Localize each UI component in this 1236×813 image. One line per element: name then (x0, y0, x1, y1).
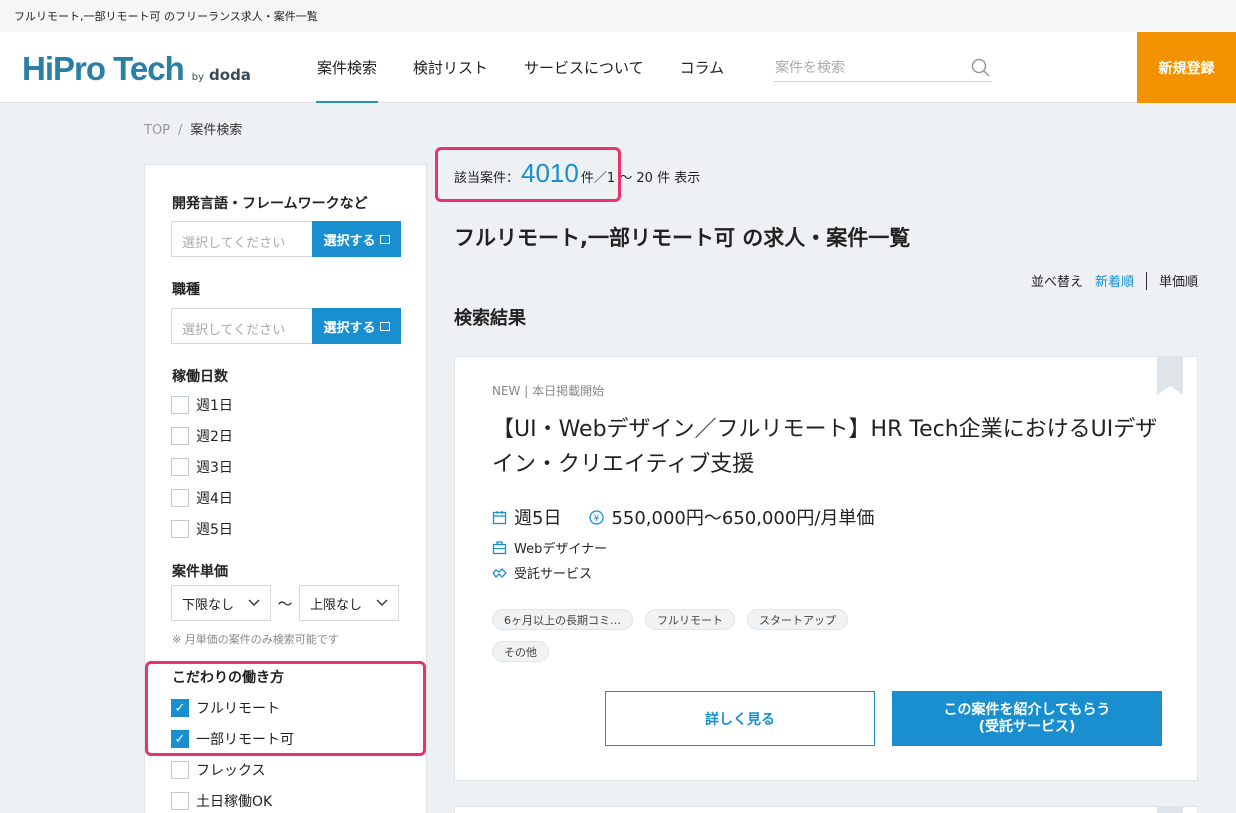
request-introduction-label: この案件を紹介してもらう (943, 701, 1111, 718)
job-tag: 6ヶ月以上の長期コミ… (492, 609, 633, 630)
language-select-button[interactable]: 選択する (312, 221, 401, 257)
filter-title-price: 案件単価 (172, 564, 228, 580)
request-introduction-button[interactable]: この案件を紹介してもらう (受託サービス) (892, 691, 1162, 746)
job-conditions: 週5日 ¥ 550,000円〜650,000円/月単価 (492, 504, 874, 530)
days-option-2[interactable]: 週2日 (171, 426, 233, 446)
svg-text:¥: ¥ (594, 514, 600, 524)
job-select-field[interactable]: 選択してください (171, 308, 312, 344)
chevron-down-icon (376, 599, 388, 606)
job-tag: その他 (492, 641, 549, 662)
site-header: HiPro Tech by doda 案件検索 検討リスト サービスについて コ… (0, 32, 1236, 103)
days-option-5[interactable]: 週5日 (171, 519, 233, 539)
results-heading: 検索結果 (454, 308, 526, 329)
handshake-icon (492, 568, 507, 578)
calendar-icon (492, 510, 507, 524)
price-note: ※ 月単価の案件のみ検索可能です (172, 633, 339, 646)
days-option-label: 週2日 (196, 429, 233, 445)
filter-title-job: 職種 (172, 282, 200, 298)
job-service: 受託サービス (514, 567, 593, 582)
checkbox[interactable] (171, 427, 189, 445)
price-range: 下限なし 〜 上限なし (171, 585, 399, 621)
sort-control: 並べ替え 新着順 単価順 (1031, 271, 1198, 290)
briefcase-icon (492, 541, 507, 555)
checkbox[interactable] (171, 458, 189, 476)
highlight-result-count (435, 147, 621, 202)
days-option-label: 週1日 (196, 398, 233, 414)
price-max-select[interactable]: 上限なし (299, 585, 399, 621)
sort-label: 並べ替え (1030, 275, 1083, 290)
page-heading: フルリモート,一部リモート可 のフリーランス求人・案件一覧 (0, 0, 1236, 32)
nav-item-column[interactable]: コラム (671, 32, 734, 103)
logo-main: HiPro Tech (22, 50, 185, 87)
work-style-label: フレックス (196, 763, 266, 779)
language-select-button-label: 選択する (323, 233, 376, 249)
job-card: NEW | 本日掲載開始 【UI・Webデザイン／フルリモート】HR Tech企… (454, 356, 1198, 781)
job-meta: NEW | 本日掲載開始 (492, 384, 605, 398)
breadcrumb: TOP / 案件検索 (144, 119, 242, 138)
request-introduction-sublabel: (受託サービス) (978, 718, 1076, 735)
job-days: 週5日 (514, 508, 562, 529)
yen-icon: ¥ (589, 509, 605, 525)
open-window-icon (379, 321, 390, 331)
sort-newest[interactable]: 新着順 (1095, 271, 1134, 290)
nav-item-about[interactable]: サービスについて (515, 32, 653, 103)
site-logo[interactable]: HiPro Tech by doda (22, 50, 251, 87)
job-card-next (454, 806, 1198, 813)
work-style-weekend[interactable]: 土日稼働OK (171, 791, 272, 811)
page-title: フルリモート,一部リモート可 の求人・案件一覧 (454, 226, 911, 250)
filter-title-days: 稼働日数 (172, 369, 228, 385)
price-min-select[interactable]: 下限なし (171, 585, 271, 621)
job-tag: フルリモート (645, 609, 735, 630)
breadcrumb-current: 案件検索 (190, 123, 243, 138)
days-option-4[interactable]: 週4日 (171, 488, 233, 508)
filter-title-language: 開発言語・フレームワークなど (172, 196, 368, 212)
breadcrumb-home[interactable]: TOP (144, 123, 170, 138)
job-role: Webデザイナー (514, 542, 608, 557)
days-option-label: 週3日 (196, 460, 233, 476)
search-icon[interactable] (970, 57, 992, 79)
price-min-value: 下限なし (182, 597, 235, 613)
logo-brand: doda (209, 66, 251, 84)
search-input[interactable] (774, 59, 964, 76)
job-select-button-label: 選択する (323, 320, 376, 336)
main-nav: 案件検索 検討リスト サービスについて コラム (308, 32, 733, 103)
job-select-button[interactable]: 選択する (312, 308, 401, 344)
days-option-3[interactable]: 週3日 (171, 457, 233, 477)
checkbox[interactable] (171, 792, 189, 810)
work-style-label: 土日稼働OK (196, 794, 273, 810)
language-select-row: 選択してください 選択する (171, 221, 401, 257)
job-tags: 6ヶ月以上の長期コミ… フルリモート スタートアップ その他 (492, 609, 912, 662)
job-role-row: Webデザイナー (492, 538, 607, 557)
checkbox[interactable] (171, 761, 189, 779)
view-detail-button[interactable]: 詳しく見る (605, 691, 875, 746)
job-select-row: 選択してください 選択する (171, 308, 401, 344)
days-option-label: 週5日 (196, 522, 233, 538)
breadcrumb-separator: / (178, 123, 183, 138)
bookmark-icon[interactable] (1157, 807, 1183, 813)
job-price: 550,000円〜650,000円/月単価 (611, 508, 875, 529)
checkbox[interactable] (171, 396, 189, 414)
job-tag: スタートアップ (747, 609, 848, 630)
highlight-work-style (145, 661, 426, 756)
language-select-field[interactable]: 選択してください (171, 221, 312, 257)
nav-item-search[interactable]: 案件検索 (308, 32, 386, 103)
checkbox[interactable] (171, 520, 189, 538)
sort-divider (1145, 271, 1147, 290)
job-service-row: 受託サービス (492, 563, 592, 582)
price-max-value: 上限なし (310, 597, 363, 613)
days-option-1[interactable]: 週1日 (171, 395, 233, 415)
sort-price[interactable]: 単価順 (1159, 271, 1198, 290)
search-box (774, 54, 992, 82)
price-range-tilde: 〜 (277, 594, 293, 613)
job-title[interactable]: 【UI・Webデザイン／フルリモート】HR Tech企業におけるUIデザイン・ク… (492, 412, 1162, 482)
checkbox[interactable] (171, 489, 189, 507)
chevron-down-icon (248, 599, 260, 606)
register-button[interactable]: 新規登録 (1137, 32, 1236, 103)
open-window-icon (379, 234, 390, 244)
bookmark-icon[interactable] (1157, 357, 1183, 395)
nav-item-consider-list[interactable]: 検討リスト (404, 32, 497, 103)
days-option-label: 週4日 (196, 491, 233, 507)
logo-by: by (191, 72, 205, 83)
work-style-flex[interactable]: フレックス (171, 760, 266, 780)
